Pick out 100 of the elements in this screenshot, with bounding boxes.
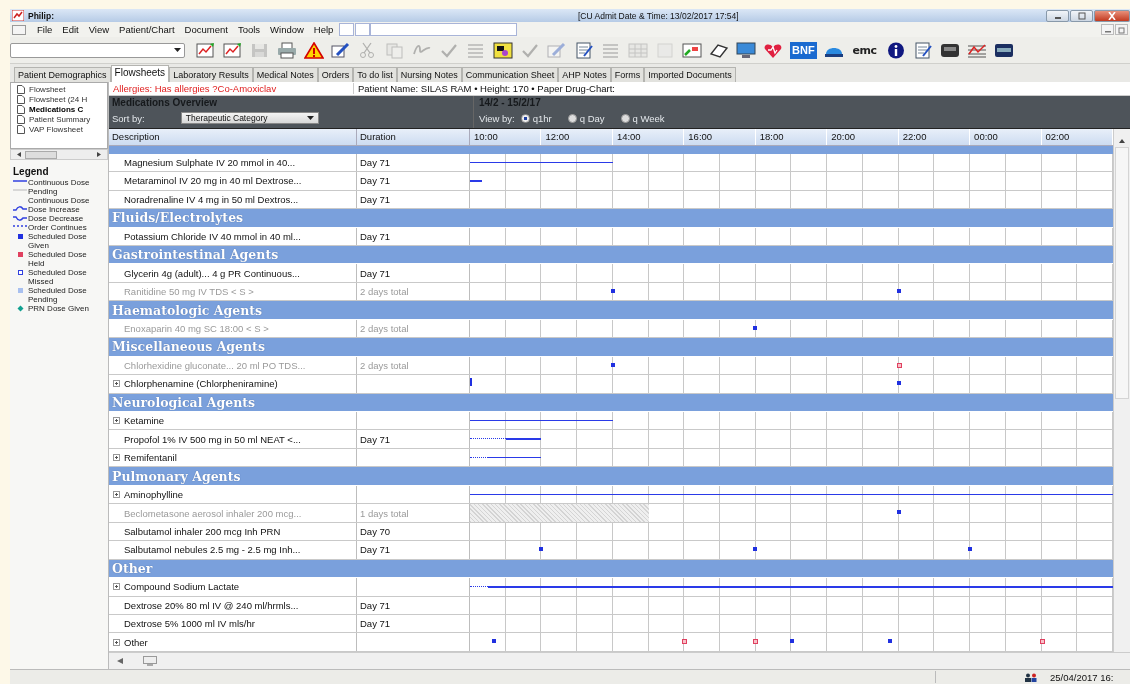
caret-icon — [174, 48, 181, 52]
tab[interactable]: Imported Documents — [644, 67, 736, 82]
toolbar-button[interactable]: BNF — [790, 41, 817, 59]
menu-item[interactable]: File — [32, 24, 58, 35]
minimize-button[interactable] — [1101, 24, 1114, 35]
card-icon[interactable] — [993, 41, 1014, 59]
restore-button[interactable] — [1115, 24, 1128, 35]
document-icon[interactable] — [912, 41, 933, 59]
sidebar-item[interactable]: Medications C — [11, 104, 107, 114]
column-header[interactable]: Description — [109, 129, 357, 145]
tab[interactable]: Medical Notes — [252, 67, 318, 82]
arrow-icon[interactable] — [97, 152, 101, 157]
radio-icon[interactable] — [939, 41, 960, 59]
chart-icon[interactable] — [196, 41, 216, 59]
medication-name: Dextrose 20% 80 ml IV @ 240 ml/hrmls... — [124, 599, 299, 611]
scrollbar[interactable] — [10, 149, 108, 160]
monitor-icon[interactable] — [143, 656, 157, 666]
date-range: 14/2 - 15/2/17 — [479, 96, 542, 110]
medication-name: Glycerin 4g (adult)... 4 g PR Continuous... — [124, 267, 300, 279]
radio-button[interactable]: q1hr — [520, 112, 552, 124]
restore-icon — [1117, 25, 1126, 34]
medication-name: Beclometasone aerosol inhaler 200 mcg... — [124, 507, 302, 519]
warning-icon[interactable] — [304, 41, 324, 59]
expand-icon[interactable] — [113, 583, 120, 591]
medication-name: Noradrenaline IV 4 mg in 50 ml Dextros... — [124, 193, 299, 205]
tab[interactable]: AHP Notes — [558, 67, 611, 82]
view-label: View by: — [479, 112, 515, 124]
menu-item[interactable]: View — [83, 24, 115, 35]
sort-label: Sort by: — [112, 112, 145, 124]
sidebar-item[interactable]: Flowsheet — [11, 84, 107, 94]
arrow-icon[interactable] — [17, 152, 21, 157]
tab[interactable]: To do list — [353, 67, 397, 82]
sidebar-item[interactable]: VAP Flowsheet — [11, 124, 107, 134]
eraser-icon[interactable] — [709, 41, 729, 59]
tab[interactable]: Flowsheets — [110, 65, 170, 82]
tab[interactable]: Laboratory Results — [169, 67, 253, 82]
menu-item[interactable]: Edit — [57, 24, 84, 35]
category-title: Haematologic Agents — [111, 302, 263, 318]
duration: Day 71 — [360, 230, 391, 242]
chart-icon[interactable] — [223, 41, 243, 59]
expand-icon[interactable] — [113, 380, 120, 388]
menu-item[interactable]: Window — [265, 24, 309, 35]
pen-icon[interactable] — [331, 41, 351, 59]
menu-item[interactable]: Document — [179, 24, 233, 35]
duration: 2 days total — [360, 286, 409, 298]
document-icon[interactable] — [574, 41, 594, 59]
expand-icon[interactable] — [113, 491, 120, 499]
time-header: 10:00 — [470, 129, 542, 145]
tab[interactable]: Communication Sheet — [461, 67, 559, 82]
arrow-icon[interactable] — [1119, 139, 1125, 143]
close-icon — [1107, 11, 1117, 20]
users-icon — [1024, 672, 1038, 682]
radio-button[interactable]: q Day — [567, 112, 605, 124]
tab[interactable]: Patient Demographics — [14, 67, 111, 82]
duration: 1 days total — [360, 507, 409, 519]
sort-dropdown[interactable]: Therapeutic Category — [180, 112, 319, 124]
graph-icon[interactable] — [966, 41, 987, 59]
expand-icon[interactable] — [113, 454, 120, 462]
tab[interactable]: Orders — [317, 67, 354, 82]
monitor-icon[interactable] — [736, 41, 756, 59]
info-icon[interactable] — [885, 41, 906, 59]
legend-label: Scheduled Dose Missed — [28, 268, 88, 286]
column-header[interactable]: Duration — [357, 129, 470, 145]
input-field[interactable] — [339, 23, 355, 36]
medication-name: Dextrose 5% 1000 ml IV mls/hr — [124, 618, 255, 630]
legend-label: Order Continues — [28, 223, 88, 232]
time-header: 00:00 — [970, 129, 1042, 145]
time-header: 22:00 — [898, 129, 971, 145]
arrow-icon[interactable] — [117, 658, 123, 664]
menu-item[interactable]: Patient/Chart — [114, 24, 180, 35]
duration: Day 71 — [360, 599, 391, 611]
tab[interactable]: Forms — [610, 67, 645, 82]
heart-icon[interactable] — [763, 41, 783, 59]
legend-title: Legend — [13, 166, 50, 177]
time-header: 18:00 — [755, 129, 828, 145]
note-icon[interactable] — [493, 41, 513, 59]
medication-name: Enoxaparin 40 mg SC 18:00 < S > — [124, 323, 269, 334]
expand-icon[interactable] — [113, 417, 120, 425]
printer-icon[interactable] — [277, 41, 297, 59]
input-field[interactable] — [370, 23, 518, 36]
toolbar-button[interactable]: emc — [850, 41, 879, 59]
screen-icon[interactable] — [682, 41, 702, 59]
category-title: Neurological Agents — [111, 394, 256, 410]
menu-item[interactable]: Tools — [232, 24, 266, 35]
sidebar-item[interactable]: Patient Summary — [11, 114, 107, 124]
medication-name: Compound Sodium Lactate — [124, 581, 240, 593]
radio-button[interactable]: q Week — [620, 112, 665, 124]
dropdown[interactable] — [10, 42, 185, 58]
menu-item[interactable]: Help — [308, 24, 339, 35]
medication-name: Remifentanil — [124, 452, 177, 464]
expand-icon[interactable] — [113, 638, 120, 646]
close-button[interactable] — [1094, 9, 1130, 22]
time-header: 16:00 — [684, 129, 756, 145]
app-icon — [12, 10, 24, 21]
time-header: 02:00 — [1041, 129, 1113, 145]
scrollbar[interactable] — [1113, 129, 1130, 652]
tab[interactable]: Nursing Notes — [396, 67, 462, 82]
sidebar-item[interactable]: Flowsheet (24 H — [11, 94, 107, 104]
input-field[interactable] — [355, 23, 371, 36]
minimize-button[interactable] — [1046, 9, 1069, 22]
